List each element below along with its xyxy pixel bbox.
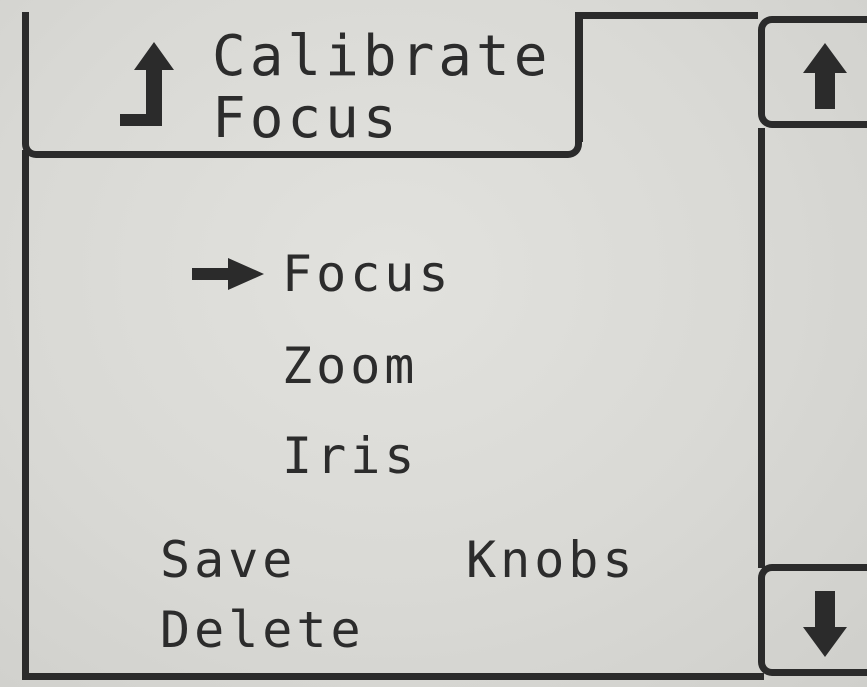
menu-item-zoom[interactable]: Zoom bbox=[282, 338, 418, 394]
title-line-1: Calibrate bbox=[212, 24, 552, 89]
knobs-button[interactable]: Knobs bbox=[466, 532, 637, 588]
save-button[interactable]: Save bbox=[160, 532, 296, 588]
arrow-down-icon bbox=[803, 591, 847, 657]
menu-item-focus[interactable]: Focus bbox=[282, 246, 453, 302]
top-right-connector-line bbox=[582, 12, 758, 19]
scroll-down-button[interactable] bbox=[758, 564, 867, 676]
arrow-up-icon bbox=[803, 43, 847, 109]
scroll-up-button[interactable] bbox=[758, 16, 867, 128]
delete-button[interactable]: Delete bbox=[160, 602, 365, 658]
bottom-frame-line bbox=[22, 673, 764, 680]
return-arrow-icon bbox=[120, 42, 174, 126]
left-frame-line bbox=[22, 150, 29, 680]
selection-pointer-icon bbox=[192, 258, 264, 290]
menu-item-iris[interactable]: Iris bbox=[282, 428, 418, 484]
page-title: Calibrate Focus bbox=[212, 26, 551, 150]
right-frame-line bbox=[758, 128, 765, 568]
title-line-2: Focus bbox=[212, 86, 401, 151]
lcd-screen: Calibrate Focus Focus Zoom Iris Save Kno… bbox=[0, 0, 867, 687]
